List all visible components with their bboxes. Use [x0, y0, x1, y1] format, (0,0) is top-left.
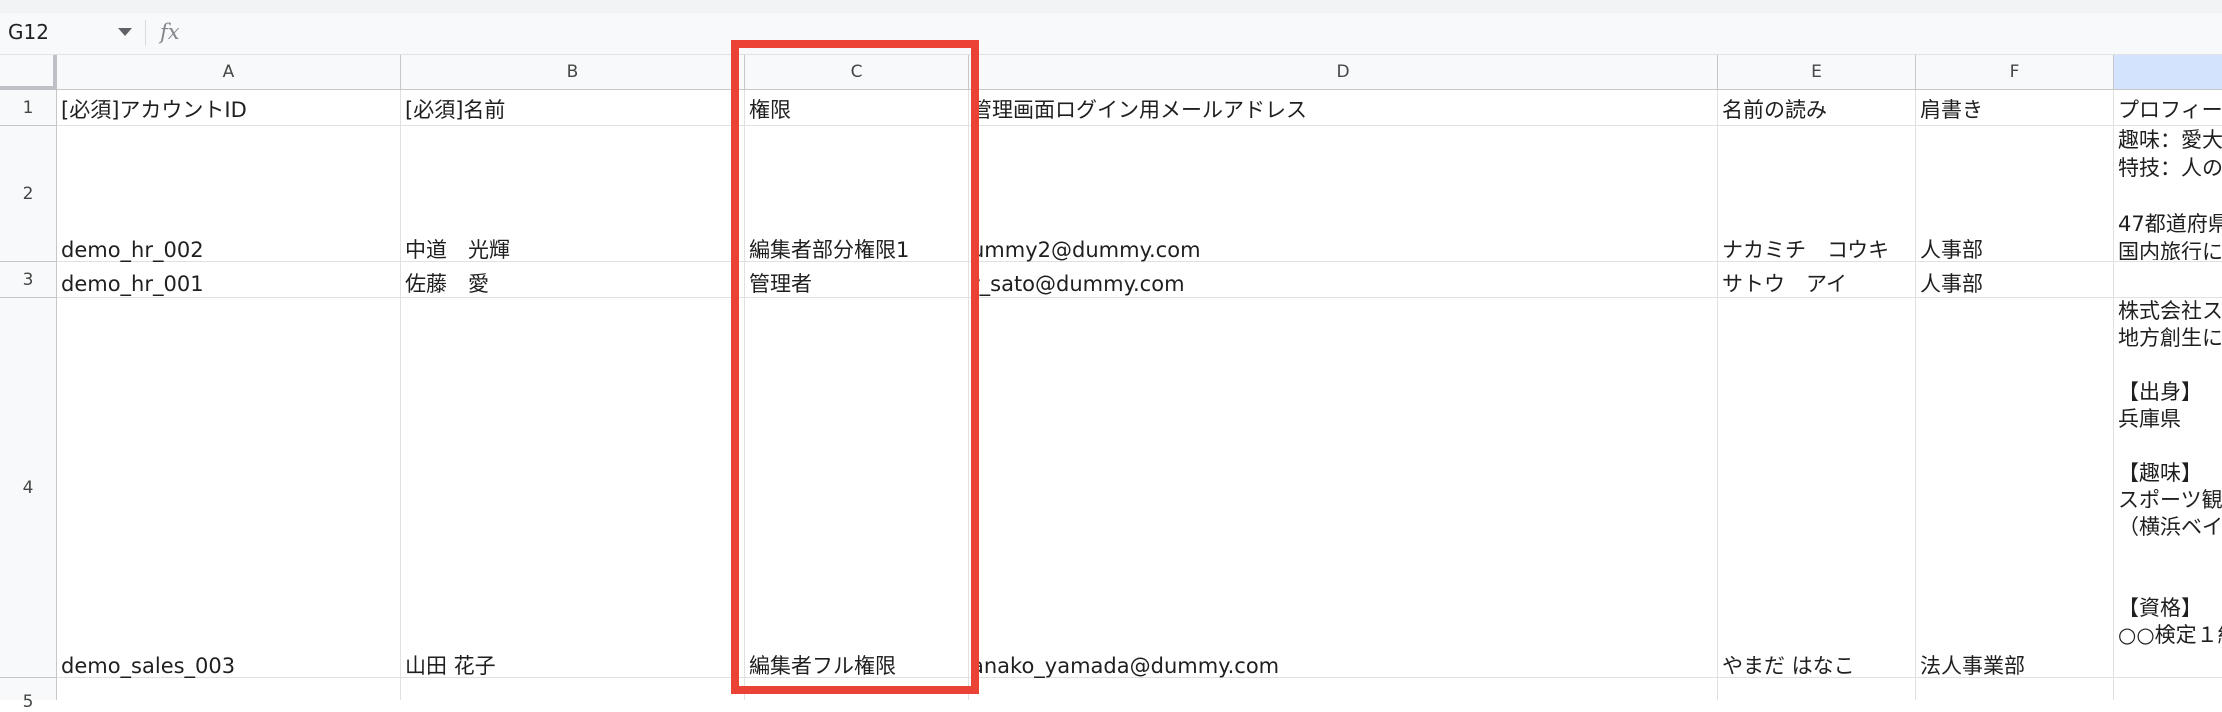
cell-g1[interactable]: プロフィー	[2118, 96, 2222, 124]
row-header-3[interactable]: 3	[0, 262, 57, 298]
row-header-5[interactable]: 5	[0, 678, 57, 712]
grid-line	[2113, 90, 2114, 700]
row-number: 2	[22, 183, 34, 204]
cell-b3[interactable]: 佐藤 愛	[405, 270, 741, 298]
row-number: 3	[22, 269, 34, 290]
cell-e2[interactable]: ナカミチ コウキ	[1722, 236, 1912, 264]
column-c-highlight	[731, 40, 979, 694]
column-header-a[interactable]: A	[57, 55, 401, 90]
cell-e1[interactable]: 名前の読み	[1722, 96, 1912, 124]
cell-d4[interactable]: anako_yamada@dummy.com	[971, 652, 1715, 680]
cell-f3[interactable]: 人事部	[1920, 270, 2110, 298]
column-header-f[interactable]: F	[1916, 55, 2114, 90]
cell-b4[interactable]: 山田 花子	[405, 652, 741, 680]
cell-a4[interactable]: demo_sales_003	[61, 652, 397, 680]
select-all-corner[interactable]	[0, 55, 57, 90]
grid-line	[1915, 90, 1916, 700]
row-header-1[interactable]: 1	[0, 90, 57, 126]
fx-icon: fx	[160, 20, 180, 44]
grid-line	[400, 90, 401, 700]
cell-b1[interactable]: [必須]名前	[405, 96, 741, 124]
row-header-4[interactable]: 4	[0, 298, 57, 678]
cell-d3[interactable]: r_sato@dummy.com	[971, 270, 1715, 298]
row-number: 1	[22, 97, 34, 118]
formula-separator	[145, 20, 146, 46]
cell-a1[interactable]: [必須]アカウントID	[61, 96, 397, 124]
row-number: 5	[22, 692, 34, 712]
column-header-d[interactable]: D	[969, 55, 1718, 90]
chevron-down-icon[interactable]	[118, 28, 132, 36]
cell-e4[interactable]: やまだ はなこ	[1722, 652, 1912, 680]
grid-line	[1717, 90, 1718, 700]
toolbar-strip	[0, 0, 2222, 13]
column-header-b[interactable]: B	[401, 55, 745, 90]
column-header-g[interactable]	[2114, 55, 2222, 90]
cell-e3[interactable]: サトウ アイ	[1722, 270, 1912, 298]
cell-f1[interactable]: 肩書き	[1920, 96, 2110, 124]
column-header-e[interactable]: E	[1718, 55, 1916, 90]
cell-f4[interactable]: 法人事業部	[1920, 652, 2110, 680]
cell-a2[interactable]: demo_hr_002	[61, 236, 397, 264]
row-header-2[interactable]: 2	[0, 126, 57, 262]
cell-d2[interactable]: ummy2@dummy.com	[971, 236, 1715, 264]
cell-g4[interactable]: 株式会社ス 地方創生に 【出身】 兵庫県 【趣味】 スポーツ観 （横浜ベイ 【資…	[2118, 298, 2222, 676]
row-number: 4	[22, 477, 34, 498]
cell-a3[interactable]: demo_hr_001	[61, 270, 397, 298]
cell-d1[interactable]: 管理画面ログイン用メールアドレス	[971, 96, 1715, 124]
cell-b2[interactable]: 中道 光輝	[405, 236, 741, 264]
cell-g2[interactable]: 趣味：愛大 特技：人の 47都道府県 国内旅行に	[2118, 126, 2222, 260]
grid-line	[57, 125, 2222, 126]
cell-f2[interactable]: 人事部	[1920, 236, 2110, 264]
